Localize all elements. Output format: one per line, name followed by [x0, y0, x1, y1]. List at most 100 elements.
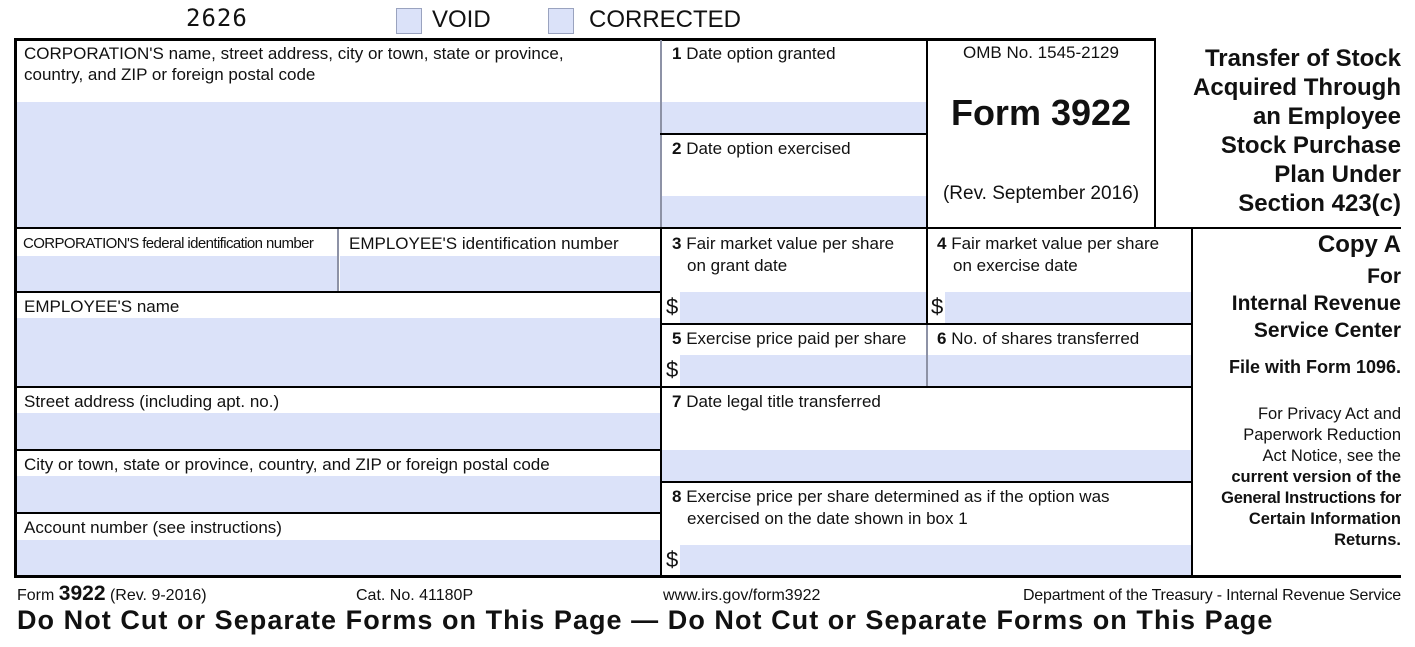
box4-input[interactable] — [945, 292, 1191, 323]
box3-label-cont: on grant date — [687, 256, 788, 275]
box4-label-cont: on exercise date — [953, 256, 1078, 275]
privacy-notice: For Privacy Act and Paperwork Reduction … — [1221, 404, 1401, 551]
street-input[interactable] — [17, 413, 660, 449]
form-description-line: Plan Under — [1274, 161, 1401, 188]
box6-input[interactable] — [928, 355, 1191, 386]
privacy-bold-line: Certain Information — [1248, 510, 1401, 528]
border-line — [14, 386, 1193, 388]
form-description-line: Acquired Through — [1193, 74, 1401, 101]
box1-input[interactable] — [662, 102, 926, 133]
box1-text: Date option granted — [686, 44, 836, 63]
box4-dollar: $ — [931, 294, 944, 319]
footer-department: Department of the Treasury - Internal Re… — [1022, 587, 1401, 604]
box7-text: Date legal title transferred — [686, 392, 881, 411]
corp-fed-id-label: CORPORATION'S federal identification num… — [23, 235, 314, 252]
copy-recipient-line: Internal Revenue — [1231, 292, 1401, 315]
box5-label: 5 Exercise price paid per share — [672, 328, 906, 349]
corp-name-label: CORPORATION'S name, street address, city… — [24, 44, 564, 63]
box5-number: 5 — [672, 329, 682, 348]
footer-form-id: Form 3922 (Rev. 9-2016) — [17, 582, 207, 606]
box5-dollar: $ — [666, 357, 679, 382]
street-label: Street address (including apt. no.) — [24, 392, 280, 411]
corrected-checkbox[interactable] — [548, 8, 574, 34]
void-label: VOID — [432, 6, 491, 33]
box7-input[interactable] — [662, 450, 1191, 482]
box8-label: 8 Exercise price per share determined as… — [672, 486, 1110, 507]
box2-number: 2 — [672, 139, 682, 158]
file-with-label: File with Form 1096. — [1228, 357, 1401, 377]
account-input[interactable] — [17, 540, 660, 575]
box6-text: No. of shares transferred — [951, 329, 1140, 348]
employee-name-label: EMPLOYEE'S name — [24, 297, 180, 316]
box8-input[interactable] — [680, 545, 1191, 575]
copy-recipient-line: Service Center — [1253, 319, 1401, 342]
city-input[interactable] — [17, 476, 660, 512]
form-description-line: Section 423(c) — [1238, 190, 1401, 217]
box8-number: 8 — [672, 487, 682, 506]
footer-form-prefix: Form — [17, 587, 55, 604]
box8-label-cont: exercised on the date shown in box 1 — [687, 509, 968, 528]
border-line — [926, 324, 928, 386]
privacy-line: Act Notice, see the — [1262, 447, 1402, 465]
border-line — [660, 481, 1193, 483]
copy-recipient-line: For — [1367, 265, 1401, 288]
privacy-line: For Privacy Act and — [1257, 405, 1401, 423]
border-line — [14, 291, 662, 293]
form-description: Transfer of Stock Acquired Through an Em… — [1193, 44, 1401, 218]
box8-text: Exercise price per share determined as i… — [686, 487, 1110, 506]
box1-number: 1 — [672, 44, 682, 63]
omb-number: OMB No. 1545-2129 — [963, 43, 1119, 62]
border-line — [14, 512, 662, 514]
do-not-cut-warning: Do Not Cut or Separate Forms on This Pag… — [17, 605, 1274, 635]
form-code: 2626 — [186, 4, 248, 32]
border-line — [660, 228, 662, 576]
box7-number: 7 — [672, 392, 682, 411]
form-revision: (Rev. September 2016) — [942, 183, 1140, 204]
void-checkbox[interactable] — [396, 8, 422, 34]
corp-fed-id-input[interactable] — [17, 256, 337, 291]
border-line — [337, 229, 339, 292]
box2-text: Date option exercised — [686, 139, 851, 158]
form-title: Form 3922 — [950, 92, 1132, 133]
footer-form-number: 3922 — [58, 582, 106, 605]
box6-number: 6 — [937, 329, 947, 348]
box6-label: 6 No. of shares transferred — [937, 328, 1139, 349]
border-line — [14, 38, 17, 578]
privacy-bold-line: Returns. — [1334, 531, 1401, 549]
box4-label: 4 Fair market value per share — [937, 233, 1159, 254]
city-label: City or town, state or province, country… — [24, 455, 550, 474]
privacy-line: Paperwork Reduction — [1243, 426, 1401, 444]
border-line — [660, 323, 1193, 325]
border-line — [660, 40, 662, 230]
employee-id-input[interactable] — [340, 256, 660, 291]
privacy-bold-line: current version of the — [1231, 468, 1401, 486]
employee-id-label: EMPLOYEE'S identification number — [349, 234, 619, 253]
box3-text: Fair market value per share — [686, 234, 895, 253]
box3-label: 3 Fair market value per share — [672, 233, 894, 254]
border-line — [660, 133, 928, 135]
box8-dollar: $ — [666, 547, 679, 572]
box3-number: 3 — [672, 234, 682, 253]
privacy-bold-line: General Instructions for — [1221, 489, 1401, 507]
account-label: Account number (see instructions) — [24, 518, 282, 537]
footer-url[interactable]: www.irs.gov/form3922 — [663, 587, 820, 605]
border-line — [926, 228, 928, 325]
box4-text: Fair market value per share — [951, 234, 1160, 253]
copy-recipient: For Internal Revenue Service Center — [1232, 263, 1401, 344]
border-line — [14, 449, 662, 451]
corp-name-input[interactable] — [17, 102, 660, 227]
box5-text: Exercise price paid per share — [686, 329, 907, 348]
corrected-label: CORRECTED — [589, 6, 742, 33]
box4-number: 4 — [937, 234, 947, 253]
footer-form-rev: (Rev. 9-2016) — [109, 587, 207, 604]
box3-dollar: $ — [666, 294, 679, 319]
border-line — [1191, 228, 1193, 576]
border-line — [14, 38, 1156, 41]
form-description-line: an Employee — [1252, 103, 1401, 130]
employee-name-input[interactable] — [17, 318, 660, 386]
box3-input[interactable] — [680, 292, 926, 323]
box5-input[interactable] — [680, 355, 926, 386]
box2-input[interactable] — [662, 196, 926, 227]
form-description-line: Stock Purchase — [1220, 132, 1401, 159]
box1-label: 1 Date option granted — [672, 43, 836, 64]
